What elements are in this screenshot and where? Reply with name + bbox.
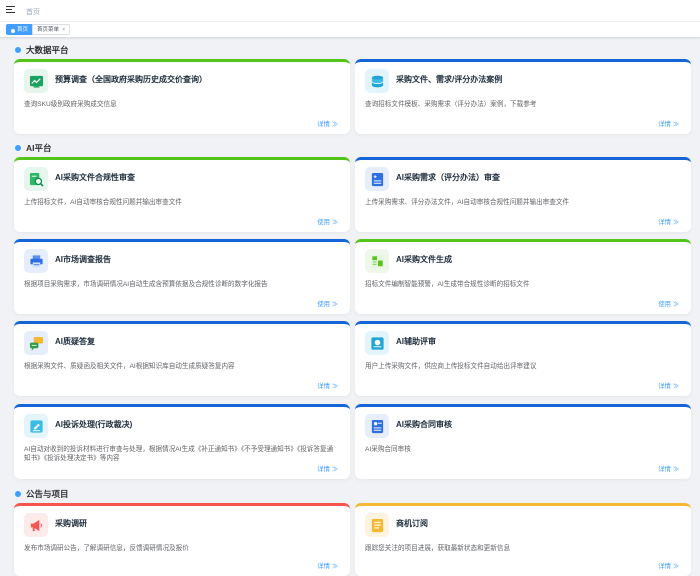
- card-description: 发布市场调研公告，了解调研信息，反馈调研情况及报价: [24, 545, 189, 552]
- details-link[interactable]: 详情 ≫: [658, 381, 679, 390]
- card-title: AI采购文件合规性审查: [55, 173, 135, 182]
- card-title: AI质疑答复: [55, 337, 95, 346]
- tags-view: 首页 首页菜单 ×: [0, 22, 700, 38]
- details-link[interactable]: 详情 ≫: [658, 464, 679, 473]
- card-budget-survey[interactable]: 预算调查（全国政府采购历史成交价查询） 查询SKU级别政府采购成交信息 详情 ≫: [14, 59, 350, 134]
- megaphone-icon: [24, 513, 48, 537]
- printer-icon: [24, 249, 48, 273]
- card-description: 用户上传采购文件，供应商上传投标文件自动给出评审建议: [365, 363, 537, 370]
- card-title: 采购文件、需求/评分办法案例: [396, 75, 503, 84]
- card-title: AI辅助评审: [396, 337, 436, 346]
- close-icon[interactable]: ×: [62, 27, 65, 33]
- review-card-icon: [365, 331, 389, 355]
- chart-icon: [24, 69, 48, 93]
- card-title: 商机订阅: [396, 519, 428, 528]
- card-title: AI采购文件生成: [396, 255, 452, 264]
- menu-toggle-icon[interactable]: [6, 6, 15, 14]
- card-title: AI采购合同审核: [396, 420, 452, 429]
- details-link[interactable]: 详情 ≫: [658, 217, 679, 226]
- details-link[interactable]: 详情 ≫: [317, 381, 338, 390]
- card-ai-compliance-review[interactable]: AI采购文件合规性审查 上传招标文件，AI自动审核合规性问题并输出审查文件 使用…: [14, 157, 350, 232]
- card-description: AI采购合同审核: [365, 446, 411, 453]
- details-link[interactable]: 详情 ≫: [317, 561, 338, 570]
- details-link[interactable]: 详情 ≫: [317, 119, 338, 128]
- card-ai-challenge-reply[interactable]: AI质疑答复 根据采购文件、质疑函及相关文件，AI根据知识库自动生成质疑答复内容…: [14, 321, 350, 396]
- card-description: 跟踪您关注的项目进展，获取最新状态和更新信息: [365, 545, 511, 552]
- use-link[interactable]: 使用 ≫: [317, 217, 338, 226]
- notebook-icon: [365, 513, 389, 537]
- gavel-icon: [24, 414, 48, 438]
- tag-home-menu[interactable]: 首页菜单 ×: [32, 24, 71, 35]
- bid-doc-icon: [365, 249, 389, 273]
- use-link[interactable]: 使用 ≫: [658, 299, 679, 308]
- card-ai-market-report[interactable]: AI市场调查报告 根据项目采购需求，市场调研情况AI自动生成含预算依据及合规性诊…: [14, 239, 350, 314]
- database-icon: [365, 69, 389, 93]
- tag-home[interactable]: 首页: [6, 24, 34, 35]
- card-title: 预算调查（全国政府采购历史成交价查询）: [55, 75, 207, 84]
- card-description: 招标文件编制智能预警，AI生成带合规性诊断的招标文件: [365, 281, 530, 288]
- details-link[interactable]: 详情 ≫: [317, 464, 338, 473]
- card-ai-complaint-handling[interactable]: AI投诉处理(行政裁决) AI自动对收到的投诉材料进行审查与处理，根据情况AI生…: [14, 404, 350, 479]
- file-search-icon: [24, 167, 48, 191]
- card-description: AI自动对收到的投诉材料进行审查与处理，根据情况AI生成《补正通知书》《不予受理…: [24, 446, 334, 462]
- details-link[interactable]: 详情 ≫: [658, 561, 679, 570]
- card-description: 上传招标文件，AI自动审核合规性问题并输出审查文件: [24, 199, 182, 206]
- card-opportunity-subscription[interactable]: 商机订阅 跟踪您关注的项目进展，获取最新状态和更新信息 详情 ≫: [355, 503, 691, 576]
- calculator-doc-icon: [365, 167, 389, 191]
- card-description: 上传采购需求、评分办法文件，AI自动审核合规性问题并输出审查文件: [365, 199, 570, 206]
- card-title: AI采购需求（评分办法）审查: [396, 173, 500, 182]
- card-ai-assisted-evaluation[interactable]: AI辅助评审 用户上传采购文件，供应商上传投标文件自动给出评审建议 详情 ≫: [355, 321, 691, 396]
- chat-bubbles-icon: [24, 331, 48, 355]
- section-title-ai: AI平台: [15, 142, 52, 154]
- card-description: 根据项目采购需求，市场调研情况AI自动生成含预算依据及合规性诊断的数字化报告: [24, 281, 268, 288]
- card-ai-requirement-review[interactable]: AI采购需求（评分办法）审查 上传采购需求、评分办法文件，AI自动审核合规性问题…: [355, 157, 691, 232]
- card-description: 根据采购文件、质疑函及相关文件，AI根据知识库自动生成质疑答复内容: [24, 363, 235, 370]
- card-title: 采购调研: [55, 519, 87, 528]
- card-procurement-research[interactable]: 采购调研 发布市场调研公告，了解调研信息，反馈调研情况及报价 详情 ≫: [14, 503, 350, 576]
- section-title-bigdata: 大数据平台: [15, 44, 69, 56]
- use-link[interactable]: 使用 ≫: [317, 299, 338, 308]
- details-link[interactable]: 详情 ≫: [658, 119, 679, 128]
- card-ai-contract-review[interactable]: AI采购合同审核 AI采购合同审核 详情 ≫: [355, 404, 691, 479]
- card-title: AI投诉处理(行政裁决): [55, 420, 133, 429]
- section-title-notice: 公告与项目: [15, 488, 69, 500]
- card-title: AI市场调查报告: [55, 255, 111, 264]
- top-navbar: 首页: [0, 0, 700, 22]
- card-procurement-cases[interactable]: 采购文件、需求/评分办法案例 查询招标文件模板、采购需求（评分办法）案例，下载参…: [355, 59, 691, 134]
- card-ai-document-generation[interactable]: AI采购文件生成 招标文件编制智能预警，AI生成带合规性诊断的招标文件 使用 ≫: [355, 239, 691, 314]
- contract-icon: [365, 414, 389, 438]
- card-description: 查询SKU级别政府采购成交信息: [24, 101, 117, 108]
- breadcrumb[interactable]: 首页: [26, 7, 40, 17]
- card-description: 查询招标文件模板、采购需求（评分办法）案例，下载参考: [365, 101, 537, 108]
